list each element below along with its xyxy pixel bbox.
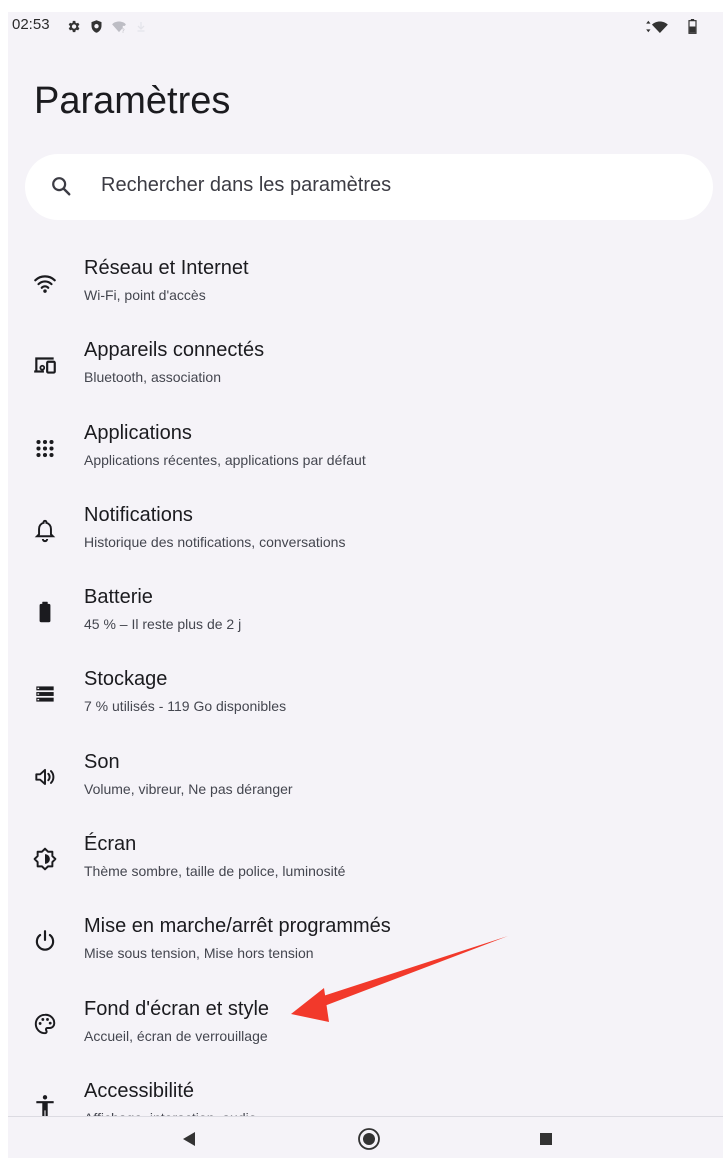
setting-notifications[interactable]: Notifications Historique des notificatio… [8, 491, 723, 573]
setting-title: Appareils connectés [84, 339, 265, 362]
setting-subtitle: 45 % – Il reste plus de 2 j [84, 616, 242, 633]
power-icon [32, 928, 58, 954]
battery-icon [32, 599, 58, 625]
shield-icon [89, 19, 104, 38]
setting-subtitle: 7 % utilisés - 119 Go disponibles [84, 698, 287, 715]
setting-sound[interactable]: Son Volume, vibreur, Ne pas déranger [8, 738, 723, 820]
search-placeholder: Rechercher dans les paramètres [101, 174, 392, 196]
connected-devices-icon [32, 352, 58, 378]
setting-applications[interactable]: Applications Applications récentes, appl… [8, 409, 723, 491]
setting-subtitle: Historique des notifications, conversati… [84, 533, 346, 550]
home-icon[interactable] [355, 1125, 383, 1153]
setting-connected-devices[interactable]: Appareils connectés Bluetooth, associati… [8, 326, 723, 408]
setting-subtitle: Mise sous tension, Mise hors tension [84, 945, 314, 962]
settings-screen: 02:53 ? Paramètres Rechercher dans les p… [8, 12, 723, 1158]
bell-icon [32, 517, 58, 543]
status-time: 02:53 [12, 16, 50, 33]
setting-scheduled-power[interactable]: Mise en marche/arrêt programmés Mise sou… [8, 902, 723, 984]
svg-text:?: ? [122, 28, 125, 34]
setting-subtitle: Thème sombre, taille de police, luminosi… [84, 863, 346, 880]
storage-icon [32, 681, 58, 707]
setting-title: Son [84, 750, 120, 773]
page-title: Paramètres [34, 80, 231, 122]
status-bar: 02:53 ? [8, 12, 723, 42]
brightness-icon [32, 846, 58, 872]
setting-display[interactable]: Écran Thème sombre, taille de police, lu… [8, 820, 723, 902]
apps-grid-icon [32, 435, 58, 461]
search-bar[interactable]: Rechercher dans les paramètres [25, 154, 713, 220]
setting-title: Notifications [84, 503, 193, 526]
setting-network-internet[interactable]: Réseau et Internet Wi-Fi, point d'accès [8, 244, 723, 326]
battery-icon [688, 19, 697, 38]
setting-battery[interactable]: Batterie 45 % – Il reste plus de 2 j [8, 573, 723, 655]
setting-wallpaper-style[interactable]: Fond d'écran et style Accueil, écran de … [8, 985, 723, 1067]
signal-icon [644, 19, 670, 38]
setting-title: Applications [84, 421, 192, 444]
setting-subtitle: Accueil, écran de verrouillage [84, 1027, 268, 1044]
search-icon [50, 175, 72, 201]
download-icon [135, 19, 147, 38]
gear-icon [66, 19, 81, 38]
setting-subtitle: Bluetooth, association [84, 369, 221, 386]
setting-title: Accessibilité [84, 1079, 195, 1102]
setting-title: Mise en marche/arrêt programmés [84, 915, 391, 938]
setting-title: Écran [84, 833, 137, 856]
palette-icon [32, 1011, 58, 1037]
setting-subtitle: Volume, vibreur, Ne pas déranger [84, 780, 293, 797]
wifi-question-icon: ? [111, 19, 127, 38]
wifi-icon [32, 270, 58, 296]
setting-title: Stockage [84, 668, 168, 691]
speaker-icon [32, 764, 58, 790]
setting-subtitle: Applications récentes, applications par … [84, 451, 366, 468]
back-icon[interactable] [176, 1125, 204, 1153]
setting-title: Réseau et Internet [84, 257, 249, 279]
setting-subtitle: Wi-Fi, point d'accès [84, 287, 206, 303]
setting-title: Batterie [84, 586, 153, 609]
settings-list: Réseau et Internet Wi-Fi, point d'accès … [8, 244, 723, 1149]
setting-title: Fond d'écran et style [84, 997, 270, 1020]
recents-icon[interactable] [532, 1125, 560, 1153]
setting-storage[interactable]: Stockage 7 % utilisés - 119 Go disponibl… [8, 655, 723, 737]
navigation-bar [8, 1116, 723, 1158]
